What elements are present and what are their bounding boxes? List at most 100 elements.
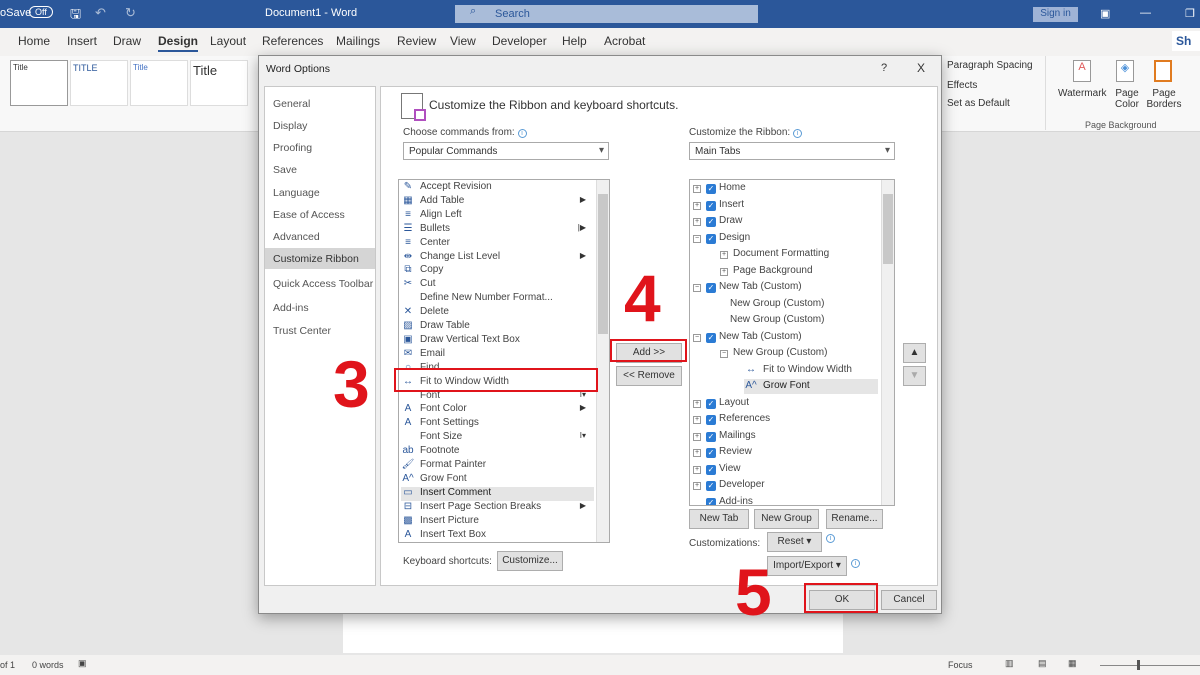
new-tab-button[interactable]: New Tab xyxy=(689,509,749,529)
tree-item[interactable]: + Page Background xyxy=(720,264,878,279)
command-item[interactable]: A Font Color ▶ xyxy=(401,403,594,417)
expand-icon[interactable]: + xyxy=(693,218,701,226)
expand-icon[interactable]: + xyxy=(693,432,701,441)
tab-draw[interactable]: Draw xyxy=(113,34,141,48)
tab-design[interactable]: Design xyxy=(158,34,199,52)
search-box[interactable]: Search xyxy=(455,5,758,23)
effects-button[interactable]: Effects xyxy=(947,80,977,91)
tree-item[interactable]: + ✓ Insert xyxy=(693,198,878,213)
checkbox[interactable]: ✓ xyxy=(706,283,716,293)
tab-insert[interactable]: Insert xyxy=(67,34,97,48)
command-item[interactable]: Font Size I▾ xyxy=(401,431,594,445)
nav-item-save[interactable]: Save xyxy=(265,159,375,180)
nav-item-quick-access-toolbar[interactable]: Quick Access Toolbar xyxy=(265,273,375,294)
command-item[interactable]: ▨ Draw Table xyxy=(401,320,594,334)
minimize-icon[interactable]: — xyxy=(1140,7,1151,19)
expand-icon[interactable]: + xyxy=(693,185,701,193)
tree-item[interactable]: New Group (Custom) xyxy=(730,313,878,328)
expand-icon[interactable]: + xyxy=(693,465,701,474)
command-item[interactable]: ▭ Insert Comment xyxy=(401,486,594,501)
tree-item[interactable]: + ✓ Layout xyxy=(693,396,878,411)
new-group-button[interactable]: New Group xyxy=(754,509,819,529)
scrollbar[interactable] xyxy=(881,180,894,505)
tree-item[interactable]: + ✓ Developer xyxy=(693,478,878,493)
collapse-icon[interactable]: − xyxy=(693,234,701,243)
checkbox[interactable]: ✓ xyxy=(706,200,716,211)
collapse-icon[interactable]: − xyxy=(720,350,728,358)
zoom-slider[interactable] xyxy=(1100,665,1200,666)
tree-item[interactable]: − New Group (Custom) xyxy=(720,346,878,361)
tree-item[interactable]: + ✓ Home xyxy=(693,181,878,196)
remove-button[interactable]: << Remove xyxy=(616,366,682,386)
redo-icon[interactable]: ↻ xyxy=(125,5,136,21)
focus-button[interactable]: Focus xyxy=(948,660,973,670)
commands-list[interactable]: ✎ Accept Revision ▦ Add Table ▶ ≡ Align Left ☰ B… xyxy=(398,179,610,543)
checkbox[interactable]: ✓ xyxy=(706,184,716,194)
command-item[interactable]: ▦ Add Table ▶ xyxy=(401,195,594,209)
tree-item[interactable]: + Document Formatting xyxy=(720,247,878,262)
tab-home[interactable]: Home xyxy=(18,34,50,48)
tree-item[interactable]: + ✓ View xyxy=(693,462,878,477)
checkbox[interactable]: ✓ xyxy=(706,448,716,458)
tree-item[interactable]: + ✓ References xyxy=(693,412,878,427)
tab-layout[interactable]: Layout xyxy=(210,34,246,48)
accessibility-icon[interactable]: ▣ xyxy=(78,658,87,669)
customize-ribbon-dropdown[interactable]: Main Tabs xyxy=(689,142,895,160)
style-thumbnail[interactable]: Title xyxy=(130,60,188,106)
undo-icon[interactable]: ↶ xyxy=(95,5,106,21)
tree-item[interactable]: + ✓ Review xyxy=(693,445,878,460)
collapse-icon[interactable]: − xyxy=(693,284,701,292)
tree-item[interactable]: − ✓ New Tab (Custom) xyxy=(693,280,878,295)
style-thumbnail[interactable]: Title xyxy=(190,60,248,106)
move-down-button[interactable]: ▼ xyxy=(903,366,926,386)
expand-icon[interactable]: + xyxy=(720,251,728,259)
nav-item-ease-of-access[interactable]: Ease of Access xyxy=(265,204,375,225)
tab-developer[interactable]: Developer xyxy=(492,34,547,48)
restore-icon[interactable]: ❐ xyxy=(1185,7,1195,20)
style-thumbnail[interactable]: Title xyxy=(10,60,68,106)
save-icon[interactable]: 🖫 xyxy=(70,5,81,27)
tab-help[interactable]: Help xyxy=(562,34,587,48)
scrollbar[interactable] xyxy=(596,180,609,542)
tree-item[interactable]: − ✓ Design xyxy=(693,231,878,246)
paragraph-spacing-button[interactable]: Paragraph Spacing xyxy=(947,60,1033,71)
expand-icon[interactable]: + xyxy=(693,201,701,210)
command-item[interactable]: Define New Number Format... xyxy=(401,292,594,306)
zoom-slider-thumb[interactable] xyxy=(1137,660,1140,670)
style-thumbnail[interactable]: TITLE xyxy=(70,60,128,106)
tab-view[interactable]: View xyxy=(450,34,476,48)
nav-item-display[interactable]: Display xyxy=(265,115,375,136)
command-item[interactable]: ⇹ Change List Level ▶ xyxy=(401,251,594,265)
print-layout-icon[interactable]: ▤ xyxy=(1038,658,1047,669)
move-up-button[interactable]: ▲ xyxy=(903,343,926,363)
expand-icon[interactable]: + xyxy=(693,399,701,408)
reset-button[interactable]: Reset ▾ xyxy=(767,532,822,552)
command-item[interactable]: ▣ Draw Vertical Text Box xyxy=(401,334,594,348)
import-export-button[interactable]: Import/Export ▾ xyxy=(767,556,847,576)
command-item[interactable]: A Font Settings xyxy=(401,417,594,431)
tree-item[interactable]: + ✓ Draw xyxy=(693,214,878,229)
cancel-button[interactable]: Cancel xyxy=(881,590,937,610)
command-item[interactable]: ⊟ Insert Page Section Breaks ▶ xyxy=(401,501,594,515)
checkbox[interactable]: ✓ xyxy=(706,217,716,227)
tree-item[interactable]: − ✓ New Tab (Custom) xyxy=(693,330,878,345)
command-item[interactable]: ▩ Insert Picture xyxy=(401,515,594,529)
nav-item-trust-center[interactable]: Trust Center xyxy=(265,320,375,341)
close-button[interactable]: X xyxy=(917,61,925,75)
tab-references[interactable]: References xyxy=(262,34,323,48)
command-item[interactable]: ⧉ Copy xyxy=(401,264,594,278)
page-color-button[interactable]: Page Color xyxy=(1110,88,1144,110)
sign-in-button[interactable]: Sign in xyxy=(1033,7,1078,22)
command-item[interactable]: ≡ Center xyxy=(401,237,594,251)
tree-item[interactable]: A^ Grow Font xyxy=(744,379,878,394)
nav-item-language[interactable]: Language xyxy=(265,182,375,203)
watermark-button[interactable]: Watermark xyxy=(1058,88,1107,99)
rename-button[interactable]: Rename... xyxy=(826,509,883,529)
nav-item-advanced[interactable]: Advanced xyxy=(265,226,375,247)
share-button[interactable]: Sh xyxy=(1172,31,1200,51)
checkbox[interactable]: ✓ xyxy=(706,233,716,244)
command-item[interactable]: ✕ Delete xyxy=(401,306,594,320)
ribbon-display-icon[interactable]: ▣ xyxy=(1100,7,1110,20)
web-layout-icon[interactable]: ▦ xyxy=(1068,658,1077,669)
nav-item-add-ins[interactable]: Add-ins xyxy=(265,297,375,318)
